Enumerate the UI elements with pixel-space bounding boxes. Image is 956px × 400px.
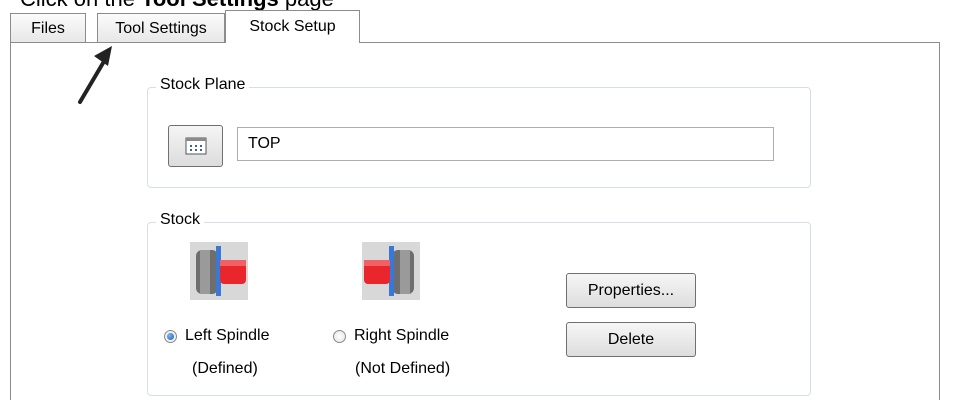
left-spindle-option[interactable]: Left Spindle — [164, 327, 270, 345]
properties-button[interactable]: Properties... — [566, 273, 696, 308]
left-spindle-radio[interactable] — [164, 329, 177, 343]
plane-select-icon — [185, 137, 206, 155]
tab-strip: Files Tool Settings Stock Setup — [10, 10, 956, 44]
right-spindle-option[interactable]: Right Spindle — [333, 327, 449, 345]
right-spindle-radio[interactable] — [333, 329, 346, 343]
stock-plane-value: TOP — [248, 135, 281, 152]
tab-files-label: Files — [31, 20, 65, 37]
delete-button[interactable]: Delete — [566, 322, 696, 357]
right-spindle-label: Right Spindle — [354, 327, 450, 344]
right-spindle-status: (Not Defined) — [355, 360, 451, 377]
right-spindle-icon — [362, 242, 420, 300]
left-spindle-icon — [190, 242, 248, 300]
properties-button-label: Properties... — [587, 282, 675, 299]
tab-tool-settings[interactable]: Tool Settings — [97, 13, 225, 44]
stock-legend: Stock — [156, 211, 205, 229]
tab-stock-setup[interactable]: Stock Setup — [225, 10, 360, 43]
tab-tool-settings-label: Tool Settings — [115, 20, 207, 37]
delete-button-label: Delete — [607, 331, 655, 348]
stock-setup-page: Click on the Tool Settings page Files To… — [0, 0, 956, 400]
stock-plane-legend: Stock Plane — [156, 76, 250, 94]
tab-files[interactable]: Files — [10, 13, 86, 44]
pointer-arrow-icon — [78, 46, 112, 104]
left-spindle-label: Left Spindle — [185, 327, 270, 344]
plane-select-button[interactable] — [168, 125, 223, 167]
stock-plane-field[interactable]: TOP — [237, 127, 774, 161]
left-spindle-status: (Defined) — [192, 360, 258, 377]
tab-stock-setup-label: Stock Setup — [249, 18, 336, 35]
